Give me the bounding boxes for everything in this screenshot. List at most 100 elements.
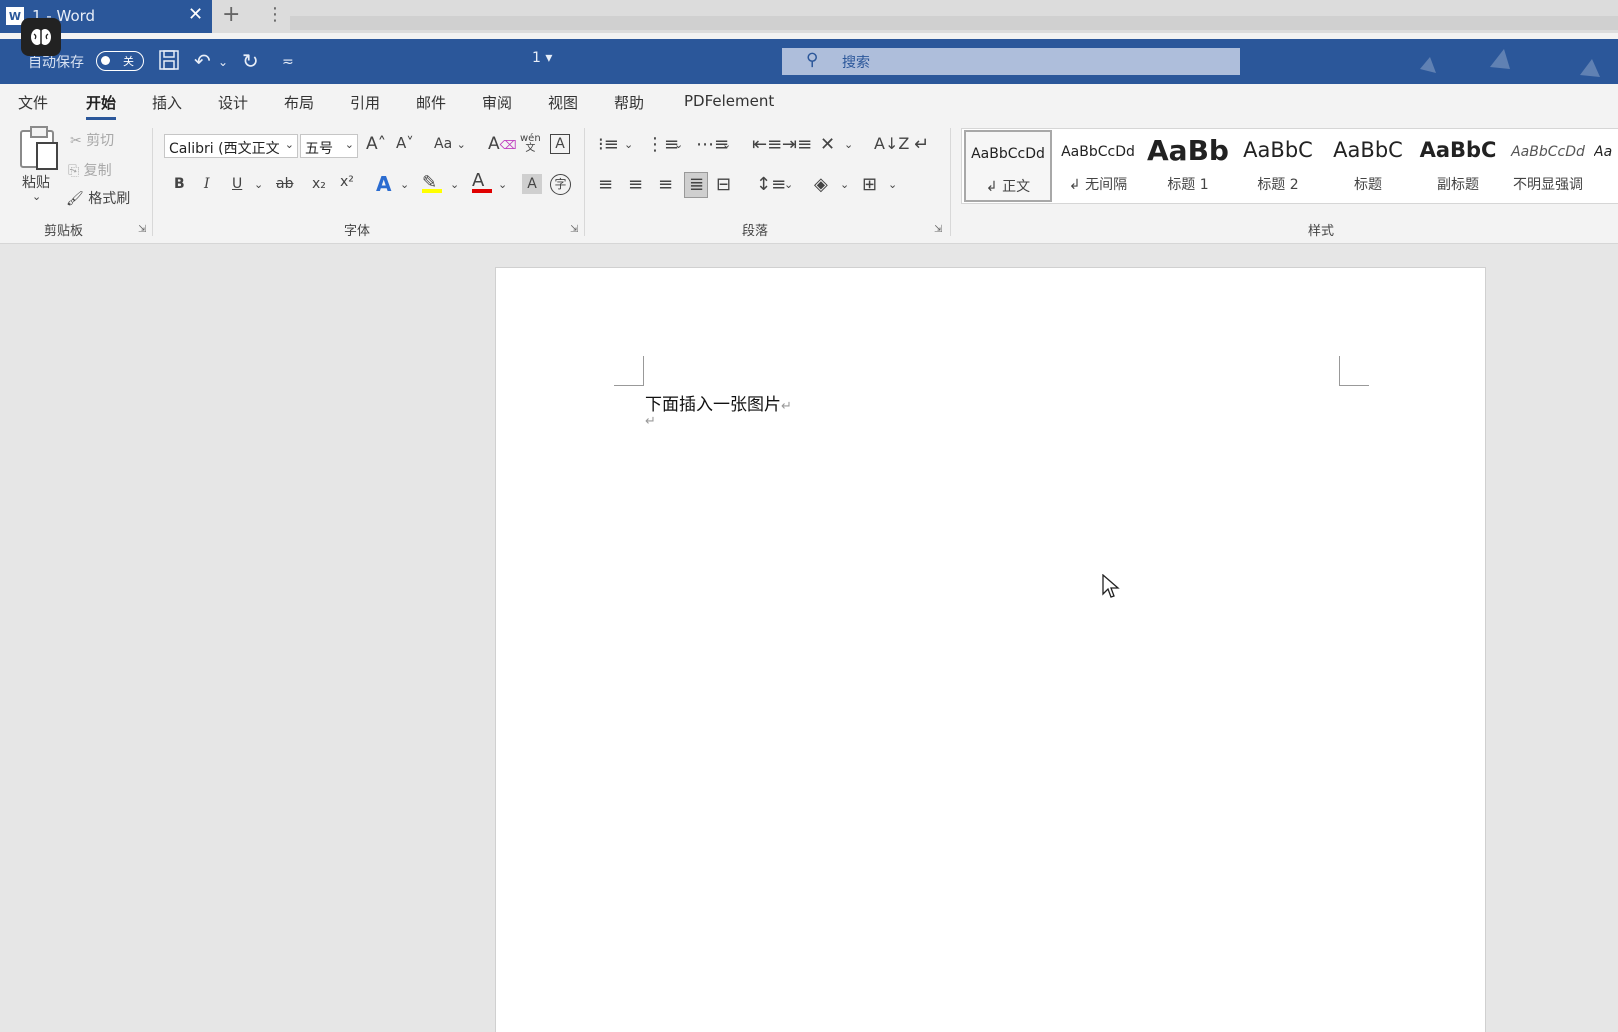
document-page[interactable]: 下面插入一张图片↵ ↵: [495, 267, 1486, 1032]
document-paragraph-2[interactable]: ↵: [645, 414, 656, 429]
asian-layout-dropdown-icon[interactable]: ⌄: [844, 138, 853, 151]
tab-view[interactable]: 视图: [548, 92, 578, 113]
highlight-button[interactable]: ✎: [422, 172, 442, 193]
font-name-dropdown[interactable]: Calibri (西文正文 ⌄: [164, 134, 298, 158]
bullets-dropdown-icon[interactable]: ⌄: [624, 138, 633, 151]
phonetic-guide-button[interactable]: wén 文: [520, 134, 541, 154]
underline-button[interactable]: U: [232, 176, 242, 192]
style-heading-1[interactable]: AaBb 标题 1: [1144, 130, 1232, 202]
group-label-font: 字体: [344, 224, 371, 239]
brain-icon[interactable]: [21, 18, 61, 56]
save-icon[interactable]: [158, 49, 180, 76]
borders-dropdown-icon[interactable]: ⌄: [888, 178, 897, 191]
style-subtle-emphasis[interactable]: AaBbCcDd 不明显强调: [1504, 130, 1592, 202]
toggle-knob: [101, 56, 110, 65]
character-shading-button[interactable]: A: [522, 174, 542, 194]
increase-indent-icon[interactable]: ⇥≡: [782, 134, 812, 155]
document-paragraph-1[interactable]: 下面插入一张图片↵: [645, 390, 792, 415]
title-decoration: [1400, 39, 1618, 84]
sort-icon[interactable]: A↓Z: [874, 134, 909, 153]
style-more[interactable]: Aa: [1594, 130, 1618, 202]
paste-icon: [20, 126, 58, 170]
line-spacing-dropdown-icon[interactable]: ⌄: [784, 178, 793, 191]
more-menu-icon[interactable]: ⋮: [266, 4, 284, 25]
character-border-button[interactable]: A: [550, 134, 570, 154]
style-sample: AaBbC: [1419, 138, 1497, 162]
search-input[interactable]: ⚲ 搜索: [782, 48, 1240, 75]
shading-dropdown-icon[interactable]: ⌄: [840, 178, 849, 191]
separator: [152, 128, 153, 236]
bullets-icon[interactable]: ⁝≡: [598, 134, 619, 155]
style-sample: AaBbC: [1333, 138, 1403, 162]
tab-design[interactable]: 设计: [218, 92, 248, 113]
new-tab-button[interactable]: +: [222, 2, 240, 27]
justify-button[interactable]: ≣: [684, 172, 708, 198]
style-title[interactable]: AaBbC 标题: [1324, 130, 1412, 202]
customize-qat-icon[interactable]: ≂: [282, 54, 294, 70]
document-name[interactable]: 1 ▾: [532, 50, 552, 66]
text-effects-button[interactable]: A: [376, 172, 391, 196]
paragraph-launcher-icon[interactable]: ⇲: [934, 224, 942, 235]
decrease-indent-icon[interactable]: ⇤≡: [752, 134, 782, 155]
enclose-characters-button[interactable]: 字: [550, 174, 571, 195]
font-launcher-icon[interactable]: ⇲: [570, 224, 578, 235]
tab-mailings[interactable]: 邮件: [416, 92, 446, 113]
tab-insert[interactable]: 插入: [152, 92, 182, 113]
numbering-dropdown-icon[interactable]: ⌄: [674, 138, 683, 151]
tabstrip-background: [290, 16, 1618, 30]
tab-references[interactable]: 引用: [350, 92, 380, 113]
asian-layout-icon[interactable]: ✕: [820, 134, 835, 155]
clipboard-launcher-icon[interactable]: ⇲: [138, 224, 146, 235]
style-normal[interactable]: AaBbCcDd ↲ 正文: [964, 130, 1052, 202]
tab-review[interactable]: 审阅: [482, 92, 512, 113]
text-effects-dropdown-icon[interactable]: ⌄: [400, 178, 409, 191]
style-heading-2[interactable]: AaBbC 标题 2: [1234, 130, 1322, 202]
change-case-button[interactable]: Aa ⌄: [434, 136, 466, 152]
align-left-icon[interactable]: ≡: [598, 174, 613, 195]
tab-help[interactable]: 帮助: [614, 92, 644, 113]
style-sample: AaBbCcDd: [971, 146, 1045, 162]
shrink-font-button[interactable]: A˅: [396, 134, 414, 152]
italic-button[interactable]: I: [204, 176, 210, 192]
strikethrough-button[interactable]: ab: [276, 176, 293, 192]
autosave-toggle[interactable]: 关: [96, 51, 144, 71]
shading-icon[interactable]: ◈: [814, 174, 828, 195]
superscript-button[interactable]: x²: [340, 174, 354, 190]
tab-file[interactable]: 文件: [18, 92, 48, 113]
font-color-button[interactable]: A: [472, 170, 492, 193]
redo-icon[interactable]: ↻: [242, 49, 259, 73]
borders-icon[interactable]: ⊞: [862, 174, 877, 195]
style-subtitle[interactable]: AaBbC 副标题: [1414, 130, 1502, 202]
tab-home[interactable]: 开始: [86, 92, 117, 120]
font-color-dropdown-icon[interactable]: ⌄: [498, 178, 507, 191]
style-sample: AaBbCcDd: [1511, 144, 1585, 160]
paste-dropdown-icon[interactable]: ⌄: [32, 190, 41, 203]
style-sample: Aa: [1594, 144, 1613, 160]
undo-dropdown-icon[interactable]: ⌄: [218, 55, 228, 69]
font-size-dropdown[interactable]: 五号 ⌄: [300, 134, 358, 158]
align-center-icon[interactable]: ≡: [628, 174, 643, 195]
multilevel-dropdown-icon[interactable]: ⌄: [722, 138, 731, 151]
tab-layout[interactable]: 布局: [284, 92, 314, 113]
clear-formatting-icon[interactable]: A⌫: [488, 134, 517, 154]
tab-pdfelement[interactable]: PDFelement: [684, 92, 774, 110]
underline-dropdown-icon[interactable]: ⌄: [254, 178, 263, 191]
cut-button[interactable]: ✂ 剪切: [70, 130, 114, 150]
font-size-value: 五号: [305, 141, 333, 157]
grow-font-button[interactable]: A˄: [366, 134, 386, 154]
style-name: ↲ 正文: [985, 179, 1031, 195]
style-no-spacing[interactable]: AaBbCcDd ↲ 无间隔: [1054, 130, 1142, 202]
format-painter-button[interactable]: 🖌 格式刷: [66, 188, 130, 208]
copy-button[interactable]: ⎘ 复制: [68, 160, 112, 180]
line-spacing-icon[interactable]: ↕≡: [756, 174, 786, 195]
paragraph-text: 下面插入一张图片: [645, 395, 781, 415]
align-right-icon[interactable]: ≡: [658, 174, 673, 195]
close-icon[interactable]: ✕: [188, 4, 203, 25]
undo-icon[interactable]: ↶: [194, 49, 211, 73]
bold-button[interactable]: B: [174, 176, 185, 192]
highlight-dropdown-icon[interactable]: ⌄: [450, 178, 459, 191]
subscript-button[interactable]: x₂: [312, 176, 326, 192]
style-name: 不明显强调: [1513, 177, 1583, 193]
show-marks-icon[interactable]: ↵: [914, 134, 929, 155]
distributed-icon[interactable]: ⊟: [716, 174, 731, 195]
